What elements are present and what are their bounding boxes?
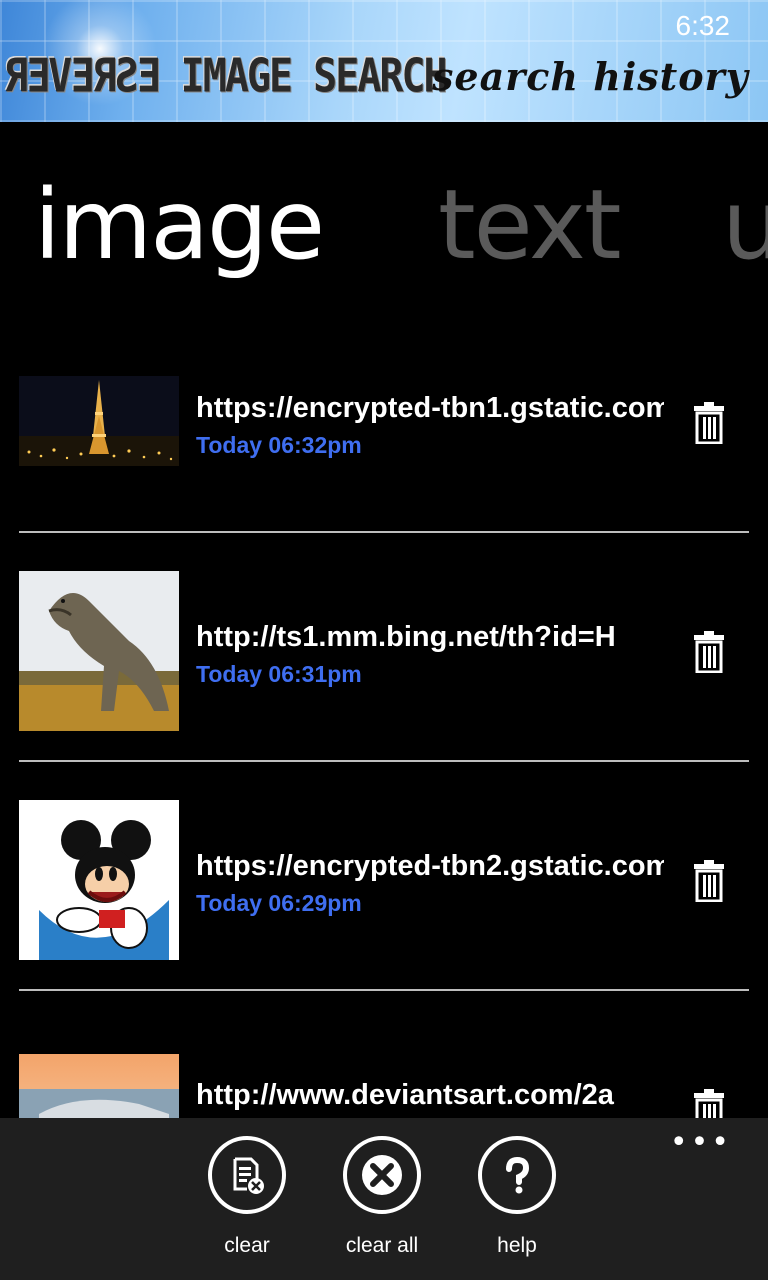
history-url: https://encrypted-tbn2.gstatic.com	[196, 850, 664, 882]
row-divider	[19, 531, 749, 533]
history-url: http://ts1.mm.bing.net/th?id=H	[196, 621, 616, 653]
list-item[interactable]: https://encrypted-tbn1.gstatic.com Today…	[0, 340, 768, 569]
row-divider	[19, 989, 749, 991]
clear-button-label: clear	[224, 1234, 270, 1257]
clear-button[interactable]: clear	[187, 1136, 307, 1258]
history-timestamp: Today 06:29pm	[196, 890, 362, 916]
tab-image[interactable]: image	[34, 170, 325, 280]
list-item[interactable]: http://www.deviantsart.com/2a	[0, 1027, 768, 1118]
thumbnail-image	[19, 376, 179, 466]
history-timestamp: Today 06:32pm	[196, 432, 362, 458]
app-logo-text: ЯƎVƎЯƧƎ IMAGE SEARCH	[4, 50, 448, 103]
thumbnail-image	[19, 571, 179, 731]
tab-url[interactable]: u	[722, 170, 768, 280]
help-button-label: help	[497, 1234, 537, 1257]
thumbnail-image	[19, 800, 179, 960]
page-subtitle: search history	[432, 54, 749, 99]
clear-all-button[interactable]: clear all	[322, 1136, 442, 1258]
thumbnail-image	[19, 1054, 179, 1118]
row-divider	[19, 760, 749, 762]
app-header: 6:32 ЯƎVƎЯƧƎ IMAGE SEARCH search history	[0, 0, 768, 122]
question-icon	[478, 1136, 556, 1214]
clear-all-button-label: clear all	[345, 1234, 419, 1257]
clear-document-icon	[208, 1136, 286, 1214]
list-item[interactable]: http://ts1.mm.bing.net/th?id=H Today 06:…	[0, 569, 768, 798]
tab-text[interactable]: text	[438, 170, 621, 280]
trash-icon[interactable]	[692, 860, 726, 903]
trash-icon[interactable]	[692, 402, 726, 445]
trash-icon[interactable]	[692, 631, 726, 674]
x-icon	[343, 1136, 421, 1214]
trash-icon[interactable]	[692, 1089, 726, 1118]
history-list: https://encrypted-tbn1.gstatic.com Today…	[0, 340, 768, 1118]
status-clock: 6:32	[675, 10, 731, 41]
help-button[interactable]: help	[457, 1136, 577, 1258]
pivot-tabs: image text u	[0, 170, 768, 290]
app-bar: clear clear all help •••	[0, 1118, 768, 1280]
more-options-icon[interactable]: •••	[670, 1128, 732, 1158]
history-url: http://www.deviantsart.com/2a	[196, 1079, 614, 1111]
history-timestamp: Today 06:31pm	[196, 661, 362, 687]
list-item[interactable]: https://encrypted-tbn2.gstatic.com Today…	[0, 798, 768, 1027]
history-url: https://encrypted-tbn1.gstatic.com	[196, 392, 664, 424]
